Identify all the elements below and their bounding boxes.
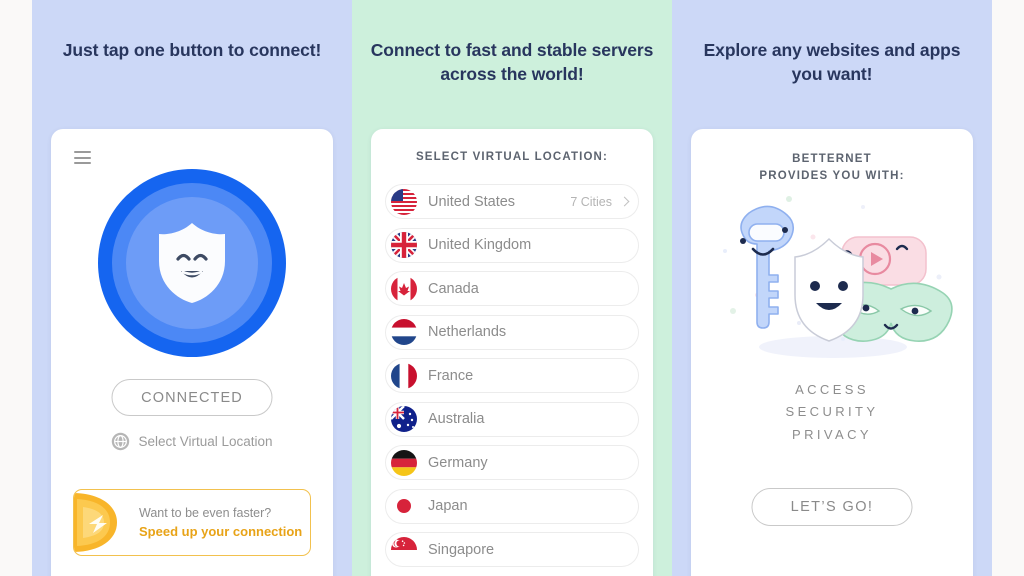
connect-ring-mid	[112, 183, 272, 343]
location-name: United States	[428, 193, 516, 210]
flag-de-icon	[391, 449, 417, 476]
speed-up-question: Want to be even faster?	[139, 506, 272, 520]
location-name: Canada	[428, 280, 479, 297]
panel-connect: Just tap one button to connect! CONNECTE…	[32, 0, 352, 576]
list-item[interactable]: Singapore	[385, 532, 639, 567]
connect-button[interactable]	[51, 169, 333, 357]
onboarding-panels: Just tap one button to connect! CONNECTE…	[32, 0, 992, 576]
panel-headline: Connect to fast and stable servers acros…	[370, 40, 654, 85]
list-item[interactable]: United Kingdom	[385, 227, 639, 263]
features-title: BETTERNET PROVIDES YOU WITH:	[691, 151, 973, 184]
list-item[interactable]: Canada	[385, 271, 639, 306]
panel-headline: Just tap one button to connect!	[62, 40, 322, 60]
location-name: Australia	[428, 411, 485, 427]
speed-boost-icon	[74, 493, 117, 552]
location-name: United Kingdom	[428, 237, 532, 253]
location-list-title: SELECT VIRTUAL LOCATION:	[415, 151, 608, 163]
feature-privacy: PRIVACY	[792, 426, 872, 442]
speed-up-text: Want to be even faster? Speed up your co…	[135, 506, 302, 539]
connect-ring-inner	[126, 197, 258, 329]
hamburger-icon[interactable]	[74, 151, 91, 168]
speed-up-banner[interactable]: Want to be even faster? Speed up your co…	[73, 489, 311, 556]
connect-ring-outer	[98, 169, 286, 357]
phone-card-features: BETTERNET PROVIDES YOU WITH: ACCESS SECU…	[691, 129, 973, 576]
feature-access: ACCESS	[795, 382, 869, 397]
location-name: Netherlands	[428, 324, 507, 340]
list-item[interactable]: France	[385, 358, 639, 393]
flag-sg-icon	[391, 536, 417, 563]
location-name: France	[428, 367, 474, 384]
flag-ca-icon	[391, 275, 417, 302]
status-badge[interactable]: CONNECTED	[111, 379, 273, 416]
select-virtual-location-row[interactable]: Select Virtual Location	[51, 432, 333, 451]
flag-fr-icon	[391, 362, 417, 389]
globe-icon	[112, 432, 130, 451]
list-item[interactable]: United States 7 Cities	[385, 184, 639, 219]
phone-card-connect: CONNECTED Select Virtual Location Want t…	[51, 129, 333, 576]
flag-au-icon	[391, 406, 417, 432]
panel-headline: Explore any websites and apps you want!	[703, 40, 961, 85]
panel-features: Explore any websites and apps you want! …	[672, 0, 992, 576]
panel-locations: Connect to fast and stable servers acros…	[352, 0, 672, 576]
phone-card-locations: SELECT VIRTUAL LOCATION: United States 7…	[371, 129, 653, 576]
list-item[interactable]: Germany	[385, 445, 639, 480]
key-shield-play-mask-illustration	[723, 196, 953, 358]
location-meta: 7 Cities	[570, 194, 612, 209]
list-item[interactable]: Japan	[385, 488, 639, 524]
location-name: Japan	[428, 498, 468, 514]
shield-face-icon	[159, 223, 225, 303]
flag-gb-icon	[391, 232, 417, 258]
location-name: Singapore	[428, 541, 495, 558]
screenshot-stage: Just tap one button to connect! CONNECTE…	[0, 0, 1024, 576]
feature-security: SECURITY	[785, 404, 879, 420]
location-list: United States 7 Cities United Kingdom Ca…	[385, 184, 639, 576]
select-virtual-location-label: Select Virtual Location	[138, 434, 273, 449]
features-title-line1: BETTERNET	[792, 153, 872, 165]
location-name: Germany	[428, 454, 488, 471]
list-item[interactable]: Australia	[385, 401, 639, 437]
flag-nl-icon	[391, 319, 417, 345]
list-item[interactable]: Netherlands	[385, 314, 639, 350]
speed-up-link[interactable]: Speed up your connection	[139, 524, 302, 539]
flag-us-icon	[391, 188, 417, 215]
feature-list: ACCESS SECURITY PRIVACY	[691, 379, 973, 446]
chevron-right-icon[interactable]	[619, 196, 630, 207]
flag-jp-icon	[391, 493, 417, 519]
lets-go-button[interactable]: LET’S GO!	[751, 488, 913, 526]
features-title-line2: PROVIDES YOU WITH:	[759, 169, 905, 182]
